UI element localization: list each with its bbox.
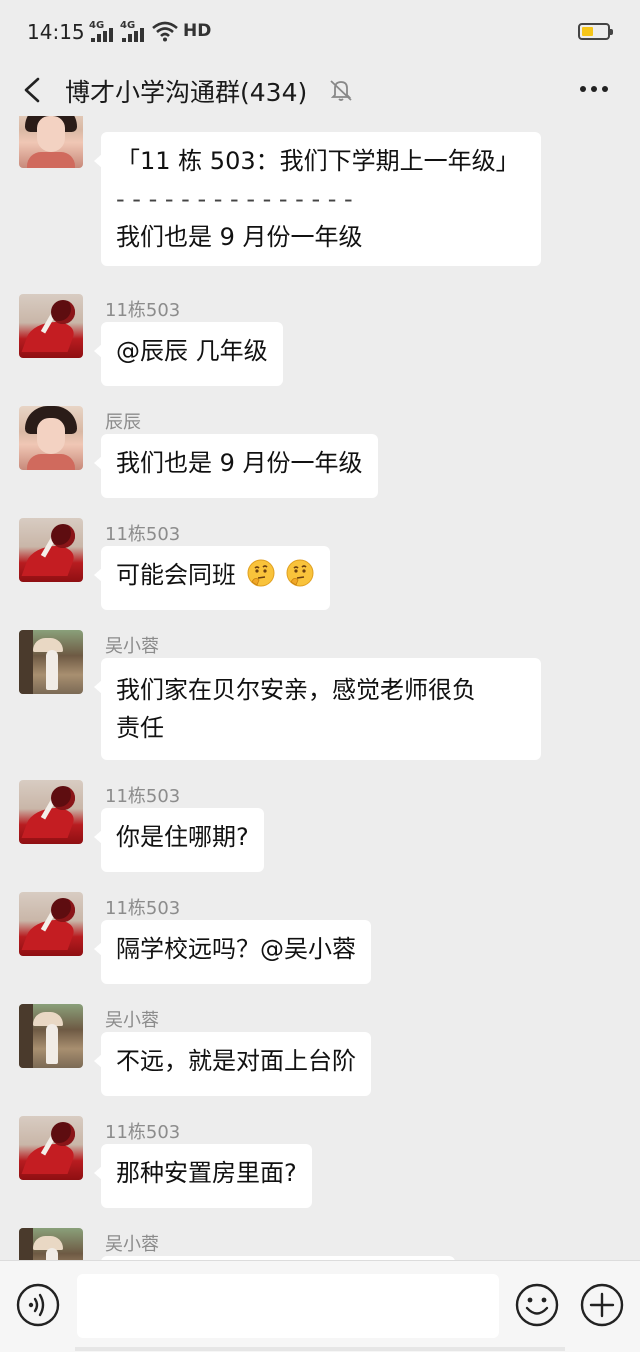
avatar[interactable] <box>19 780 83 844</box>
sender-name: 吴小蓉 <box>105 1010 159 1031</box>
avatar[interactable] <box>19 406 83 470</box>
message-text: @辰辰 几年级 <box>116 337 268 365</box>
sender-name: 11栋503 <box>105 300 181 321</box>
sender-name: 11栋503 <box>105 786 181 807</box>
more-dots-icon[interactable] <box>578 84 610 94</box>
bell-off-icon <box>330 80 352 101</box>
sender-name: 辰辰 <box>105 412 141 433</box>
emoji-icon[interactable] <box>515 1283 559 1327</box>
message-bubble[interactable]: 那种安置房里面? <box>94 1144 312 1208</box>
chat-header: 博才小学沟通群(434) <box>0 64 640 116</box>
message-bubble[interactable]: 我们家在贝尔安亲，感觉老师很负 责任 <box>94 658 541 760</box>
message-text: 我们也是 9 月份一年级 <box>116 223 363 251</box>
sender-name: 11栋503 <box>105 1122 181 1143</box>
thinking-face-icon <box>286 559 314 587</box>
message-text: 可能会同班 <box>116 561 236 589</box>
message-bubble[interactable]: 可能会同班 <box>93 546 331 610</box>
chat-area[interactable]: 「11 栋 503：我们下学期上一年级」 - - - - - - - - - -… <box>0 116 640 1260</box>
chevron-left-icon[interactable] <box>18 74 48 106</box>
avatar[interactable] <box>19 630 83 694</box>
message-text: 不远，就是对面上台阶 <box>116 1047 356 1075</box>
input-bar <box>0 1260 640 1352</box>
avatar[interactable] <box>19 294 83 358</box>
wifi-icon <box>152 21 178 42</box>
message-bubble[interactable]: 不远，就是对面上台阶 <box>94 1032 371 1096</box>
message-text-line: 我们家在贝尔安亲，感觉老师很负 <box>116 676 476 704</box>
avatar[interactable] <box>19 892 83 956</box>
avatar[interactable] <box>19 1228 83 1260</box>
avatar[interactable] <box>19 1116 83 1180</box>
thinking-face-icon <box>247 559 275 587</box>
message-text: 你是住哪期? <box>116 823 249 851</box>
sender-name: 吴小蓉 <box>105 636 159 657</box>
avatar[interactable] <box>19 1004 83 1068</box>
message-input[interactable] <box>77 1274 499 1338</box>
gesture-bar <box>75 1347 565 1351</box>
battery-icon <box>578 23 613 40</box>
sender-name: 11栋503 <box>105 524 181 545</box>
message-text-line: 责任 <box>116 714 164 742</box>
avatar[interactable] <box>19 518 83 582</box>
message-bubble[interactable]: 你是住哪期? <box>94 808 264 872</box>
status-bar: 14:15 4G 4G HD <box>0 0 640 64</box>
voice-icon[interactable] <box>16 1283 60 1327</box>
avatar[interactable] <box>19 116 83 168</box>
message-divider: - - - - - - - - - - - - - - - <box>116 185 353 213</box>
message-text: 那种安置房里面? <box>116 1159 297 1187</box>
status-time: 14:15 <box>27 20 85 44</box>
chat-title[interactable]: 博才小学沟通群(434) <box>65 73 307 109</box>
message-bubble[interactable]: @辰辰 几年级 <box>94 322 283 386</box>
sender-name: 11栋503 <box>105 898 181 919</box>
plus-icon[interactable] <box>580 1283 624 1327</box>
message-bubble[interactable]: 隔学校远吗？@吴小蓉 <box>94 920 371 984</box>
hd-indicator: HD <box>183 21 212 41</box>
message-bubble[interactable]: 「11 栋 503：我们下学期上一年级」 - - - - - - - - - -… <box>94 132 541 266</box>
message-text: 隔学校远吗？@吴小蓉 <box>116 935 356 963</box>
message-quote: 「11 栋 503：我们下学期上一年级」 <box>116 147 520 175</box>
sender-name: 吴小蓉 <box>105 1234 159 1255</box>
message-text: 我们也是 9 月份一年级 <box>116 449 363 477</box>
message-bubble[interactable]: 我们也是 9 月份一年级 <box>94 434 378 498</box>
